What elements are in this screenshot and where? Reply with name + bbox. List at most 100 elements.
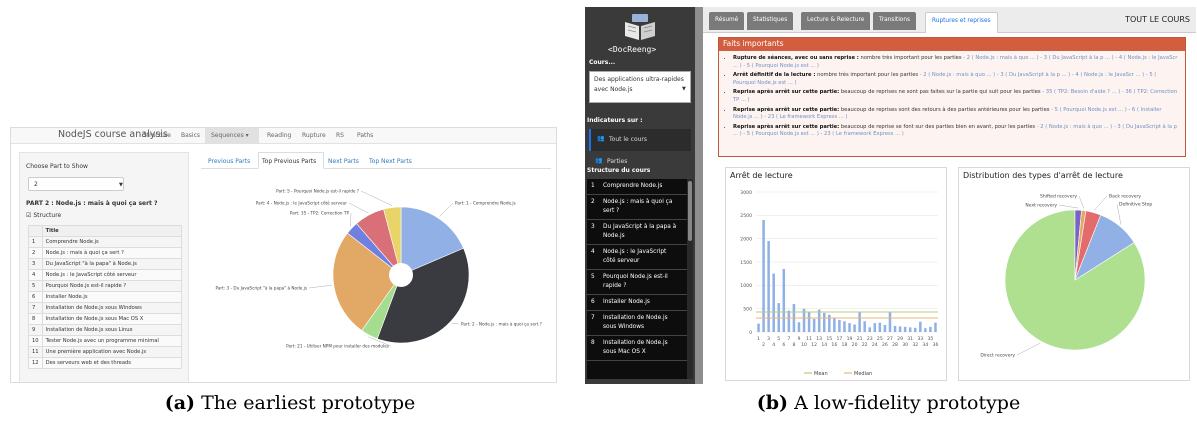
structure-item[interactable]: 1 Comprendre Node.js <box>587 179 687 195</box>
structure-item[interactable]: 4 Node.js : le JavaScript côté serveur <box>587 245 687 270</box>
bar[interactable] <box>903 326 907 332</box>
table-row[interactable]: 5 Pourquoi Node.js est-il rapide ? <box>28 280 183 292</box>
bar[interactable] <box>888 312 892 332</box>
structure-item[interactable]: 2 Node.js : mais à quoi ça sert ? <box>587 195 687 220</box>
bar[interactable] <box>772 273 775 332</box>
navbar: NodeJS course analysis Structure Basics … <box>11 128 556 144</box>
bar[interactable] <box>919 321 922 332</box>
pie-slice-label: Part: 4 - Node.js : le JavaScript côté s… <box>256 201 348 206</box>
structure-item[interactable]: 5 Pourquoi Node.js est-il rapide ? <box>587 270 687 295</box>
structure-item-number: 1 <box>591 183 595 189</box>
bar[interactable] <box>782 269 786 332</box>
pie-leader-line <box>360 190 393 206</box>
bar[interactable] <box>848 323 851 332</box>
tab-next-parts[interactable]: Next Parts <box>328 158 359 165</box>
part-select[interactable]: 2 ▼ <box>28 177 124 191</box>
bar[interactable] <box>838 319 841 332</box>
bar[interactable] <box>822 312 826 332</box>
bar[interactable] <box>843 321 846 332</box>
fact-body: beaucoup de reprises sont des retours à … <box>839 106 1052 113</box>
bar[interactable] <box>812 318 816 332</box>
structure-item[interactable]: 6 Installer Node.js <box>587 295 687 311</box>
course-select[interactable]: Des applications ultra-rapides avec Node… <box>589 71 691 103</box>
table-row[interactable]: 6 Installer Node.js <box>28 291 183 303</box>
fact-item: Reprise après arrêt sur cette partie: be… <box>733 89 1179 104</box>
table-row[interactable]: 10 Tester Node.js avec un programme minim… <box>28 335 183 347</box>
row-title: Installation de Node.js sous Linux <box>41 324 183 336</box>
bar[interactable] <box>924 328 927 332</box>
nav-paths[interactable]: Paths <box>357 132 373 139</box>
bar[interactable] <box>797 322 801 332</box>
x-tick-label: 30 <box>902 342 908 348</box>
bar[interactable] <box>828 314 831 332</box>
table-row[interactable]: 3 Du JavaScript "à la papa" à Node.js <box>28 258 183 270</box>
bar[interactable] <box>898 326 902 332</box>
nav-basics[interactable]: Basics <box>181 132 200 139</box>
table-row[interactable]: 2 Node.js : mais à quoi ça sert ? <box>28 247 183 259</box>
nav-rupture[interactable]: Rupture <box>302 132 326 139</box>
stop-type-pie-chart: Direct recovery Next recovery Shifted reco… <box>980 194 1152 359</box>
bar[interactable] <box>883 325 887 332</box>
tab-transitions[interactable]: Transitions <box>873 12 917 30</box>
table-header-title: Title <box>41 225 183 237</box>
bar[interactable] <box>757 323 760 332</box>
pie-leader-line <box>308 284 332 289</box>
structure-item[interactable]: 3 Du JavaScript à la papa à Node.js <box>587 220 687 245</box>
row-number: 9 <box>28 324 43 336</box>
row-title: Des serveurs web et des threads <box>41 357 183 369</box>
bar[interactable] <box>762 220 765 332</box>
row-number: 7 <box>28 302 43 314</box>
fact-heading: Reprise après arrêt sur cette partie: <box>733 106 840 113</box>
bar[interactable] <box>863 321 866 332</box>
table-row[interactable]: 11 Une première application avec Node.js <box>28 346 183 358</box>
scrollbar-thumb[interactable] <box>688 181 692 241</box>
pie-slice-label: Part: 2 - Node.js : mais à quoi ça sert … <box>461 322 542 327</box>
nav-reading[interactable]: Reading <box>267 132 291 139</box>
row-number: 5 <box>28 280 43 292</box>
pie-leader-line <box>1093 195 1108 211</box>
pie-slice-label: Next recovery <box>1025 203 1057 209</box>
tab-statistiques[interactable]: Statistiques <box>747 12 794 30</box>
bar[interactable] <box>929 326 932 332</box>
bar[interactable] <box>934 322 937 332</box>
bar[interactable] <box>878 322 882 332</box>
tab-ruptures-reprises[interactable]: Ruptures et reprises <box>925 12 998 33</box>
table-row[interactable]: 4 Node.js : le JavaScript côté serveur <box>28 269 183 281</box>
nav-rs[interactable]: RS <box>336 132 344 139</box>
table-row[interactable]: 12 Des serveurs web et des threads <box>28 357 183 369</box>
bar[interactable] <box>833 318 836 332</box>
structure-item[interactable]: 8 Installation de Node.js sous Mac OS X <box>587 336 687 361</box>
bar[interactable] <box>853 324 856 332</box>
nav-sequences-dropdown[interactable]: Sequences ▾ <box>211 132 249 139</box>
bar[interactable] <box>787 310 791 332</box>
bar[interactable] <box>858 312 861 332</box>
structure-item-number: 5 <box>591 274 595 280</box>
table-row[interactable]: 7 Installation de Node.js sous Windows <box>28 302 183 314</box>
bar[interactable] <box>873 323 877 332</box>
dark-sidebar: <DocReeng> Cours... Des applications ult… <box>585 7 695 384</box>
bar[interactable] <box>913 327 917 332</box>
tab-top-next-parts[interactable]: Top Next Parts <box>369 158 412 165</box>
bar[interactable] <box>807 312 811 332</box>
bar[interactable] <box>817 309 821 332</box>
legend-label: Mean <box>814 371 828 377</box>
indicateur-tout-le-cours[interactable]: 👥 Tout le cours <box>589 129 691 151</box>
row-title: Une première application avec Node.js <box>41 346 183 358</box>
bar[interactable] <box>908 327 912 332</box>
nav-structure[interactable]: Structure <box>143 132 171 139</box>
structure-item-number: 4 <box>591 249 595 255</box>
tab-previous-parts[interactable]: Previous Parts <box>208 158 250 165</box>
tab-top-previous-parts[interactable]: Top Previous Parts <box>262 158 316 165</box>
x-tick-label: 4 <box>772 342 775 348</box>
tab-resume[interactable]: Résumé <box>709 12 745 30</box>
table-row[interactable]: 9 Installation de Node.js sous Linux <box>28 324 183 336</box>
bar[interactable] <box>893 325 897 332</box>
bar[interactable] <box>868 327 872 332</box>
structure-table: Title 1 Comprendre Node.js 2 Node.js : mais… <box>28 225 183 369</box>
tab-lecture-relecture[interactable]: Lecture & Relecture <box>801 12 871 30</box>
table-row[interactable]: 8 Installation de Node.js sous Mac OS X <box>28 313 183 325</box>
structure-checkbox[interactable]: ☑ Structure <box>26 212 61 219</box>
x-tick-label: 32 <box>912 342 918 348</box>
table-row[interactable]: 1 Comprendre Node.js <box>28 236 183 248</box>
structure-item[interactable]: 7 Installation de Node.js sous Windows <box>587 311 687 336</box>
